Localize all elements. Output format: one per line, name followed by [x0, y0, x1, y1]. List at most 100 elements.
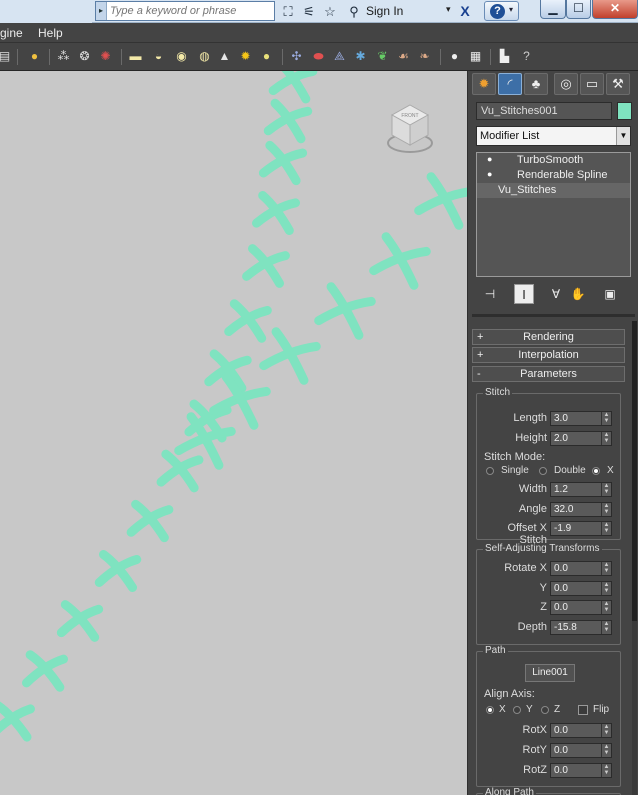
spinner-arrows-icon[interactable]: ▲ ▼ — [601, 432, 611, 445]
particle-icon[interactable]: ✺ — [97, 48, 114, 65]
sign-in-dropdown-icon[interactable]: ▾ — [446, 4, 451, 15]
search-input[interactable] — [108, 2, 272, 20]
star-icon[interactable]: ☆ — [321, 3, 339, 20]
sphere-icon[interactable]: ◒ — [150, 48, 167, 65]
spinner-arrows-icon[interactable]: ▲ ▼ — [601, 522, 611, 535]
close-button[interactable]: ✕ — [592, 0, 638, 19]
circle-icon[interactable]: ◉ — [173, 48, 190, 65]
axis-z-radio[interactable] — [541, 706, 549, 714]
length-spinner[interactable]: 3.0 ▲ ▼ — [550, 411, 612, 426]
eye-icon[interactable]: ◍ — [196, 48, 213, 65]
flip-checkbox[interactable] — [578, 705, 588, 715]
stack-item-renderable-spline[interactable]: ● Renderable Spline — [477, 168, 630, 183]
roty-spinner[interactable]: 0.0 ▲ ▼ — [550, 743, 612, 758]
depth-spinner[interactable]: -15.8 ▲ ▼ — [550, 620, 612, 635]
rotz-spinner[interactable]: 0.0 ▲ ▼ — [550, 763, 612, 778]
help-button[interactable]: ? ▾ — [484, 1, 519, 21]
fish-icon[interactable]: ❧ — [416, 48, 433, 65]
minimize-button[interactable]: ▁ — [540, 0, 566, 19]
spinner-arrows-icon[interactable]: ▲ ▼ — [601, 744, 611, 757]
mode-single-radio[interactable] — [486, 467, 494, 475]
axis-x-label: X — [499, 704, 506, 715]
path-pick-button[interactable]: Line001 — [525, 664, 575, 682]
offset-x-stitch-spinner[interactable]: -1.9 ▲ ▼ — [550, 521, 612, 536]
capsule-icon[interactable]: ⬬ — [310, 48, 327, 65]
axis-y-radio[interactable] — [513, 706, 521, 714]
motion-tab-icon[interactable]: ◎ — [554, 73, 578, 95]
spinner-arrows-icon[interactable]: ▲ ▼ — [601, 724, 611, 737]
scatter-icon[interactable]: ❂ — [76, 48, 93, 65]
spinner-arrows-icon[interactable]: ▲ ▼ — [601, 582, 611, 595]
expand-icon: + — [477, 331, 484, 343]
rotx-spinner[interactable]: 0.0 ▲ ▼ — [550, 723, 612, 738]
hierarchy-tab-icon[interactable]: ♣ — [524, 73, 548, 95]
light-bulb-icon[interactable]: ● — [26, 48, 43, 65]
panel-scrollbar[interactable] — [632, 321, 637, 795]
height-spinner[interactable]: 2.0 ▲ ▼ — [550, 431, 612, 446]
configure-modifier-sets-icon[interactable]: ▣ — [600, 284, 620, 304]
rotate-x-spinner[interactable]: 0.0 ▲ ▼ — [550, 561, 612, 576]
make-unique-icon[interactable]: ∀ — [546, 284, 566, 304]
spinner-arrows-icon[interactable]: ▲ ▼ — [601, 764, 611, 777]
viewcube[interactable]: FRONT — [380, 101, 440, 161]
spinner-arrows-icon[interactable]: ▲ ▼ — [601, 621, 611, 634]
modify-tab-icon[interactable]: ◜ — [498, 73, 522, 95]
sign-in-link[interactable]: Sign In — [366, 4, 403, 18]
binoculars-icon[interactable]: ⛶ — [279, 3, 297, 20]
modifier-list-dropdown[interactable]: Modifier List ▼ — [476, 126, 631, 146]
molecule-icon[interactable]: ✱ — [352, 48, 369, 65]
rotate-z-spinner[interactable]: 0.0 ▲ ▼ — [550, 600, 612, 615]
light-bulb-icon[interactable]: ● — [487, 169, 492, 179]
spinner-arrows-icon[interactable]: ▲ ▼ — [601, 601, 611, 614]
globe-icon[interactable]: ● — [446, 48, 463, 65]
spinner-arrows-icon[interactable]: ▲ ▼ — [601, 503, 611, 516]
create-tab-icon[interactable]: ✹ — [472, 73, 496, 95]
angle-spinner[interactable]: 32.0 ▲ ▼ — [550, 502, 612, 517]
stack-item-vu-stitches[interactable]: Vu_Stitches — [477, 183, 630, 198]
leaf-icon[interactable]: ❦ — [374, 48, 391, 65]
scrollbar-thumb[interactable] — [632, 321, 637, 621]
shuffle-icon[interactable]: ✣ — [288, 48, 305, 65]
menu-item-rendering[interactable]: gine — [0, 26, 23, 40]
table-icon[interactable]: ▤ — [0, 48, 13, 65]
display-tab-icon[interactable]: ▭ — [580, 73, 604, 95]
cone-icon[interactable]: ▲ — [216, 48, 233, 65]
width-spinner[interactable]: 1.2 ▲ ▼ — [550, 482, 612, 497]
rollout-rendering[interactable]: + Rendering — [472, 329, 625, 345]
sun-icon[interactable]: ✹ — [237, 48, 254, 65]
pin-stack-icon[interactable]: ⊣ — [480, 284, 500, 304]
rotate-x-value: 0.0 — [554, 563, 568, 574]
search-dropdown-icon[interactable]: ▸ — [96, 2, 107, 20]
menu-item-help[interactable]: Help — [38, 26, 63, 40]
box-icon[interactable]: ▬ — [127, 48, 144, 65]
array-icon[interactable]: ⟁ — [331, 48, 348, 65]
rotate-y-spinner[interactable]: 0.0 ▲ ▼ — [550, 581, 612, 596]
remove-modifier-icon[interactable]: ✋ — [568, 284, 588, 304]
dot-icon[interactable]: ● — [258, 48, 275, 65]
toolbar-divider — [121, 49, 122, 65]
grid-icon[interactable]: ▦ — [467, 48, 484, 65]
utilities-tab-icon[interactable]: ⚒ — [606, 73, 630, 95]
maximize-button[interactable]: ☐ — [566, 0, 591, 19]
axis-x-radio[interactable] — [486, 706, 494, 714]
mode-double-radio[interactable] — [539, 467, 547, 475]
exchange-icon[interactable]: X — [456, 3, 474, 20]
spinner-arrows-icon[interactable]: ▲ ▼ — [601, 412, 611, 425]
rollout-interpolation[interactable]: + Interpolation — [472, 347, 625, 363]
rollout-parameters[interactable]: - Parameters — [472, 366, 625, 382]
render-icon[interactable]: ▙ — [496, 48, 513, 65]
object-color-swatch[interactable] — [617, 102, 632, 120]
dragon-icon[interactable]: ☙ — [395, 48, 412, 65]
satellite-icon[interactable]: ⚟ — [300, 3, 318, 20]
show-end-result-icon[interactable]: Ⅰ — [514, 284, 534, 304]
mode-x-radio[interactable] — [592, 467, 600, 475]
perspective-viewport[interactable]: FRONT — [0, 71, 467, 795]
light-bulb-icon[interactable]: ● — [487, 154, 492, 164]
spray-icon[interactable]: ⁂ — [55, 48, 72, 65]
object-name-field[interactable]: Vu_Stitches001 — [476, 102, 612, 120]
stack-item-turbosmooth[interactable]: ● TurboSmooth — [477, 153, 630, 168]
spinner-arrows-icon[interactable]: ▲ ▼ — [601, 483, 611, 496]
spinner-arrows-icon[interactable]: ▲ ▼ — [601, 562, 611, 575]
help-circle-icon[interactable]: ? — [518, 48, 535, 65]
user-icon[interactable]: ⚲ — [345, 3, 363, 20]
